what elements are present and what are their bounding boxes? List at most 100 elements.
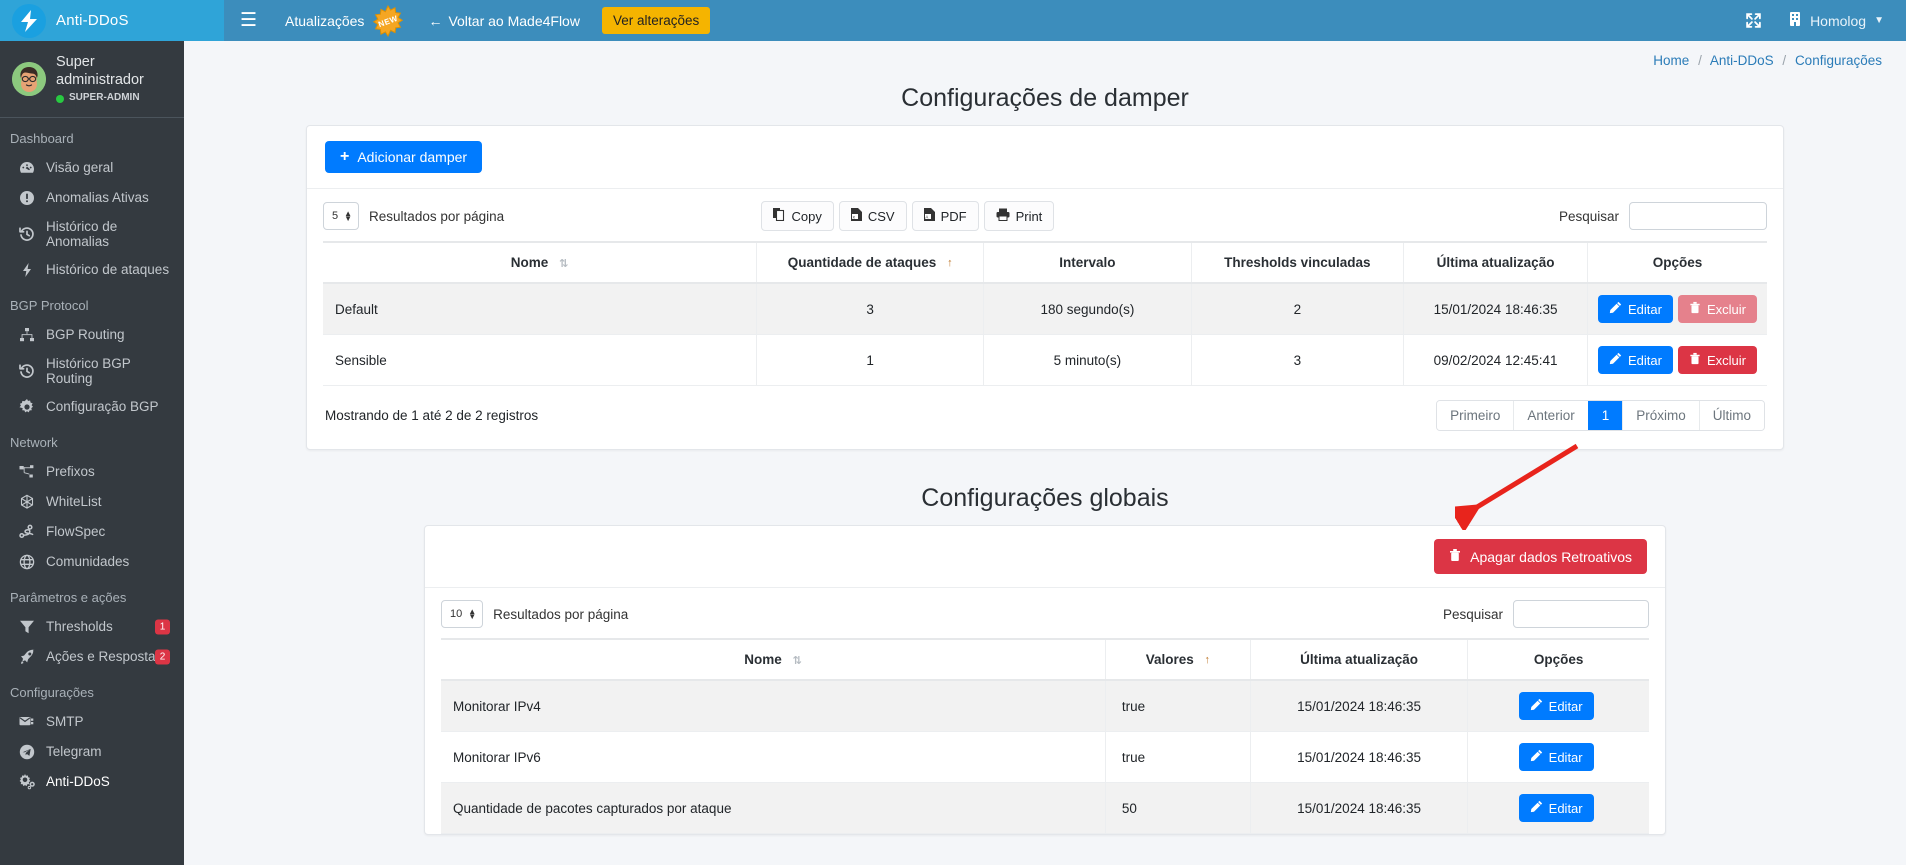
sidebar-item-thresholds[interactable]: Thresholds 1: [0, 612, 184, 642]
sidebar-item-configura-o-bgp[interactable]: Configuração BGP: [0, 392, 184, 422]
globals-search-input[interactable]: [1513, 600, 1649, 628]
sidebar-section-title: Network: [10, 434, 58, 450]
copy-label: Copy: [791, 208, 822, 224]
globals-edit-button[interactable]: Editar: [1518, 794, 1594, 822]
globals-cell-opcoes: Editar: [1467, 731, 1649, 783]
damper-edit-button[interactable]: Editar: [1597, 295, 1673, 323]
globals-col-valores-label: Valores: [1145, 652, 1194, 667]
nav-item-voltar[interactable]: ← Voltar ao Made4Flow: [416, 0, 592, 41]
globals-page-length-label: Resultados por página: [493, 606, 629, 622]
user-role-label: SUPER-ADMIN: [69, 92, 140, 104]
sidebar-item-bgp-routing[interactable]: BGP Routing: [0, 320, 184, 350]
sidebar-item-hist-rico-bgp-routing[interactable]: Histórico BGP Routing: [0, 350, 184, 392]
damper-search-input[interactable]: [1629, 202, 1767, 230]
sidebar-item-label: Anti-DDoS: [46, 774, 110, 790]
damper-cell-quantidade: 1: [755, 334, 984, 386]
chevron-down-icon: ▼: [1874, 15, 1884, 26]
pagination-page-1[interactable]: 1: [1587, 401, 1623, 430]
ver-alteracoes-button[interactable]: Ver alterações: [601, 7, 711, 34]
globals-edit-button[interactable]: Editar: [1518, 692, 1594, 720]
damper-page-length-select[interactable]: 5 ▲ ▼: [323, 202, 360, 230]
pagination-next[interactable]: Próximo: [1622, 401, 1699, 430]
damper-cell-thresholds: 2: [1190, 283, 1404, 335]
sidebar-item-label: Histórico BGP Routing: [46, 355, 131, 386]
new-starburst-icon: NEW: [372, 4, 404, 37]
sidebar-item-label: BGP Routing: [46, 327, 125, 343]
globals-page-length-select[interactable]: 10 ▲ ▼: [441, 600, 484, 628]
damper-col-thresholds[interactable]: Thresholds vinculadas: [1190, 241, 1404, 284]
route-icon: [18, 523, 36, 541]
sidebar-item-label: FlowSpec: [46, 524, 106, 540]
print-button[interactable]: Print: [983, 201, 1055, 231]
globals-search-group: Pesquisar: [1443, 600, 1649, 628]
sidebar-item-hist-rico-de-ataques[interactable]: Histórico de ataques: [0, 255, 184, 285]
sidebar-item-vis-o-geral[interactable]: Visão geral: [0, 153, 184, 183]
nav-item-atualizacoes[interactable]: Atualizações NEW: [273, 0, 416, 41]
expand-icon[interactable]: [1731, 0, 1776, 41]
rocket-icon: [18, 648, 36, 666]
adicionar-damper-button[interactable]: + Adicionar damper: [325, 141, 483, 173]
damper-page-length-value: 5: [332, 210, 339, 222]
arrow-left-icon: ←: [428, 12, 443, 29]
globals-col-nome[interactable]: Nome ⇅: [441, 638, 1106, 681]
gears-icon: [18, 773, 36, 791]
user-name: Super administrador: [56, 54, 144, 89]
damper-search-group: Pesquisar: [1559, 202, 1767, 230]
damper-col-intervalo-label: Intervalo: [1059, 255, 1116, 270]
globals-table-row: Monitorar IPv6 true 15/01/2024 18:46:35 Edi…: [441, 731, 1649, 783]
damper-table-toolbar: 5 ▲ ▼ Resultados por página Copy x CSV A…: [307, 189, 1783, 241]
damper-col-opcoes[interactable]: Opções: [1586, 241, 1767, 284]
sidebar-item-label: SMTP: [46, 714, 84, 730]
damper-col-nome[interactable]: Nome ⇅: [323, 241, 757, 284]
pagination-first[interactable]: Primeiro: [1437, 401, 1514, 430]
adicionar-damper-label: Adicionar damper: [357, 149, 468, 165]
damper-pagination: Primeiro Anterior 1 Próximo Último: [1436, 400, 1765, 431]
globals-col-opcoes[interactable]: Opções: [1467, 638, 1649, 681]
tenant-dropdown[interactable]: Homolog ▼: [1780, 0, 1892, 41]
pencil-icon: [1530, 698, 1543, 714]
sidebar-item-a-es-e-respostas[interactable]: Ações e Respostas 2: [0, 642, 184, 672]
sidebar-item-anti-ddos[interactable]: Anti-DDoS: [0, 767, 184, 797]
sidebar-item-smtp[interactable]: SMTP: [0, 707, 184, 737]
sidebar-item-prefixos[interactable]: Prefixos: [0, 457, 184, 487]
csv-button[interactable]: x CSV: [838, 201, 907, 231]
sidebar-item-anomalias-ativas[interactable]: Anomalias Ativas: [0, 183, 184, 213]
damper-table-footer: Mostrando de 1 até 2 de 2 registros Prim…: [307, 386, 1783, 449]
copy-button[interactable]: Copy: [761, 201, 834, 231]
damper-col-intervalo[interactable]: Intervalo: [983, 241, 1191, 284]
user-meta: Super administrador SUPER-ADMIN: [56, 53, 174, 105]
breadcrumb-item-configuracoes[interactable]: Configurações: [1795, 53, 1882, 68]
pagination-previous[interactable]: Anterior: [1513, 401, 1588, 430]
sidebar-item-label: Comunidades: [46, 554, 130, 570]
damper-delete-button[interactable]: Excluir: [1677, 295, 1757, 323]
brand-area[interactable]: Anti-DDoS: [0, 0, 224, 41]
sort-asc-icon: ↑: [947, 257, 953, 270]
damper-col-quantidade[interactable]: Quantidade de ataques ↑: [755, 241, 984, 284]
globals-col-atualizacao[interactable]: Última atualização: [1249, 638, 1468, 681]
damper-col-atualizacao-label: Última atualização: [1436, 255, 1555, 270]
sidebar-item-label: Configuração BGP: [46, 399, 159, 415]
damper-delete-button[interactable]: Excluir: [1677, 346, 1757, 374]
sidebar-item-comunidades[interactable]: Comunidades: [0, 547, 184, 577]
damper-col-atualizacao[interactable]: Última atualização: [1403, 241, 1588, 284]
user-role: SUPER-ADMIN: [56, 92, 174, 105]
globals-col-valores[interactable]: Valores ↑: [1104, 638, 1251, 681]
sidebar-item-label: Thresholds: [46, 619, 113, 635]
pdf-button[interactable]: A PDF: [911, 201, 979, 231]
apagar-dados-retroativos-button[interactable]: Apagar dados Retroativos: [1434, 539, 1647, 574]
pagination-last[interactable]: Último: [1698, 401, 1764, 430]
globals-card: Apagar dados Retroativos 10 ▲ ▼ Resultado…: [424, 525, 1666, 835]
breadcrumb-item-home[interactable]: Home: [1653, 53, 1689, 68]
globals-edit-label: Editar: [1548, 698, 1583, 714]
sidebar-item-hist-rico-de-anomalias[interactable]: Histórico de Anomalias: [0, 213, 184, 255]
globals-cell-valor: 50: [1104, 782, 1251, 834]
user-panel[interactable]: Super administrador SUPER-ADMIN: [0, 41, 184, 118]
sidebar-item-flowspec[interactable]: FlowSpec: [0, 517, 184, 547]
hamburger-icon[interactable]: ☰: [224, 0, 273, 41]
damper-edit-button[interactable]: Editar: [1597, 346, 1673, 374]
breadcrumb-item-antiddos[interactable]: Anti-DDoS: [1710, 53, 1774, 68]
sidebar-item-telegram[interactable]: Telegram: [0, 737, 184, 767]
sidebar-item-label: WhiteList: [46, 494, 102, 510]
globals-edit-button[interactable]: Editar: [1518, 743, 1594, 771]
sidebar-item-whitelist[interactable]: WhiteList: [0, 487, 184, 517]
